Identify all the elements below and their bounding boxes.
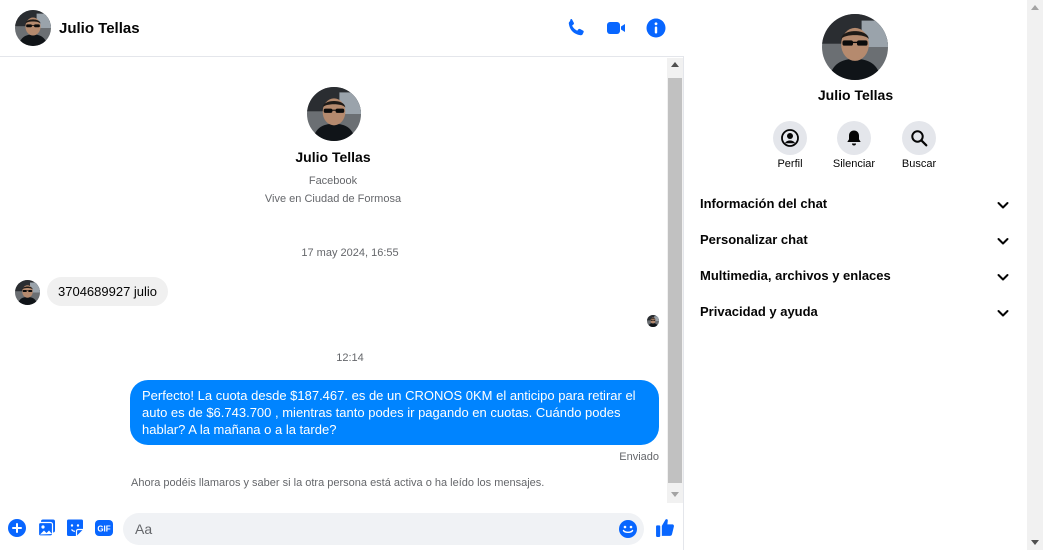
scroll-down-icon[interactable] — [1031, 540, 1039, 545]
scroll-up-icon[interactable] — [671, 62, 679, 67]
outgoing-message[interactable]: Perfecto! La cuota desde $187.467. es de… — [130, 380, 659, 445]
mute-button[interactable]: Silenciar — [824, 121, 884, 170]
like-icon[interactable] — [655, 517, 676, 538]
image-icon[interactable] — [37, 518, 57, 538]
chat-info-panel: Julio Tellas Perfil Silenciar Buscar Inf… — [685, 0, 1026, 550]
intro-platform: Facebook — [308, 175, 358, 187]
incoming-message[interactable]: 3704689927 julio — [47, 277, 169, 306]
gif-icon[interactable]: GIF — [94, 518, 114, 538]
contact-name[interactable]: Julio Tellas — [59, 20, 140, 37]
avatar[interactable] — [15, 10, 51, 46]
page-scrollbar[interactable] — [1027, 0, 1043, 550]
info-icon[interactable] — [644, 16, 668, 40]
search-icon — [911, 130, 928, 147]
avatar[interactable] — [15, 280, 40, 305]
scroll-up-icon[interactable] — [1031, 5, 1039, 10]
avatar[interactable] — [307, 87, 361, 141]
phone-icon[interactable] — [564, 16, 588, 40]
chevron-down-icon — [997, 274, 1009, 281]
composer: GIF — [0, 508, 684, 550]
svg-text:GIF: GIF — [97, 525, 110, 534]
section-privacy-help[interactable]: Privacidad y ayuda — [693, 296, 1018, 328]
info-contact-name: Julio Tellas — [817, 87, 894, 103]
plus-icon[interactable] — [7, 518, 27, 538]
timestamp: 17 may 2024, 16:55 — [301, 247, 399, 259]
profile-label: Perfil — [777, 158, 803, 170]
system-notice: Ahora podéis llamaros y saber si la otra… — [131, 477, 545, 489]
chat-pane: Julio Tellas Julio Tellas Facebook Vive … — [0, 0, 684, 550]
profile-icon — [781, 129, 799, 147]
chat-header: Julio Tellas — [0, 0, 684, 57]
message-list[interactable]: Julio Tellas Facebook Vive en Ciudad de … — [0, 58, 666, 503]
message-scrollbar[interactable] — [667, 58, 683, 503]
scroll-down-icon[interactable] — [671, 492, 679, 497]
chevron-down-icon — [997, 238, 1009, 245]
bell-icon — [847, 130, 861, 146]
chevron-down-icon — [997, 202, 1009, 209]
intro-contact-name: Julio Tellas — [295, 149, 371, 165]
message-input-container — [123, 513, 644, 545]
video-camera-icon[interactable] — [604, 16, 628, 40]
emoji-icon[interactable] — [618, 519, 638, 539]
section-customize-chat[interactable]: Personalizar chat — [693, 224, 1018, 256]
intro-location: Vive en Ciudad de Formosa — [264, 193, 402, 205]
section-label: Personalizar chat — [700, 232, 808, 247]
section-chat-info[interactable]: Información del chat — [693, 188, 1018, 220]
section-label: Privacidad y ayuda — [700, 304, 818, 319]
avatar[interactable] — [822, 14, 888, 80]
section-label: Multimedia, archivos y enlaces — [700, 268, 891, 283]
chevron-down-icon — [997, 310, 1009, 317]
profile-button[interactable]: Perfil — [760, 121, 820, 170]
seen-avatar-icon — [647, 315, 659, 327]
search-button[interactable]: Buscar — [889, 121, 949, 170]
search-label: Buscar — [901, 158, 937, 170]
section-label: Información del chat — [700, 196, 828, 211]
timestamp: 12:14 — [336, 352, 364, 364]
mute-label: Silenciar — [832, 158, 876, 170]
sticker-icon[interactable] — [65, 518, 85, 538]
message-input[interactable] — [135, 513, 605, 545]
section-media-files-links[interactable]: Multimedia, archivos y enlaces — [693, 260, 1018, 292]
message-status: Enviado — [619, 451, 659, 463]
scroll-thumb[interactable] — [668, 78, 682, 483]
